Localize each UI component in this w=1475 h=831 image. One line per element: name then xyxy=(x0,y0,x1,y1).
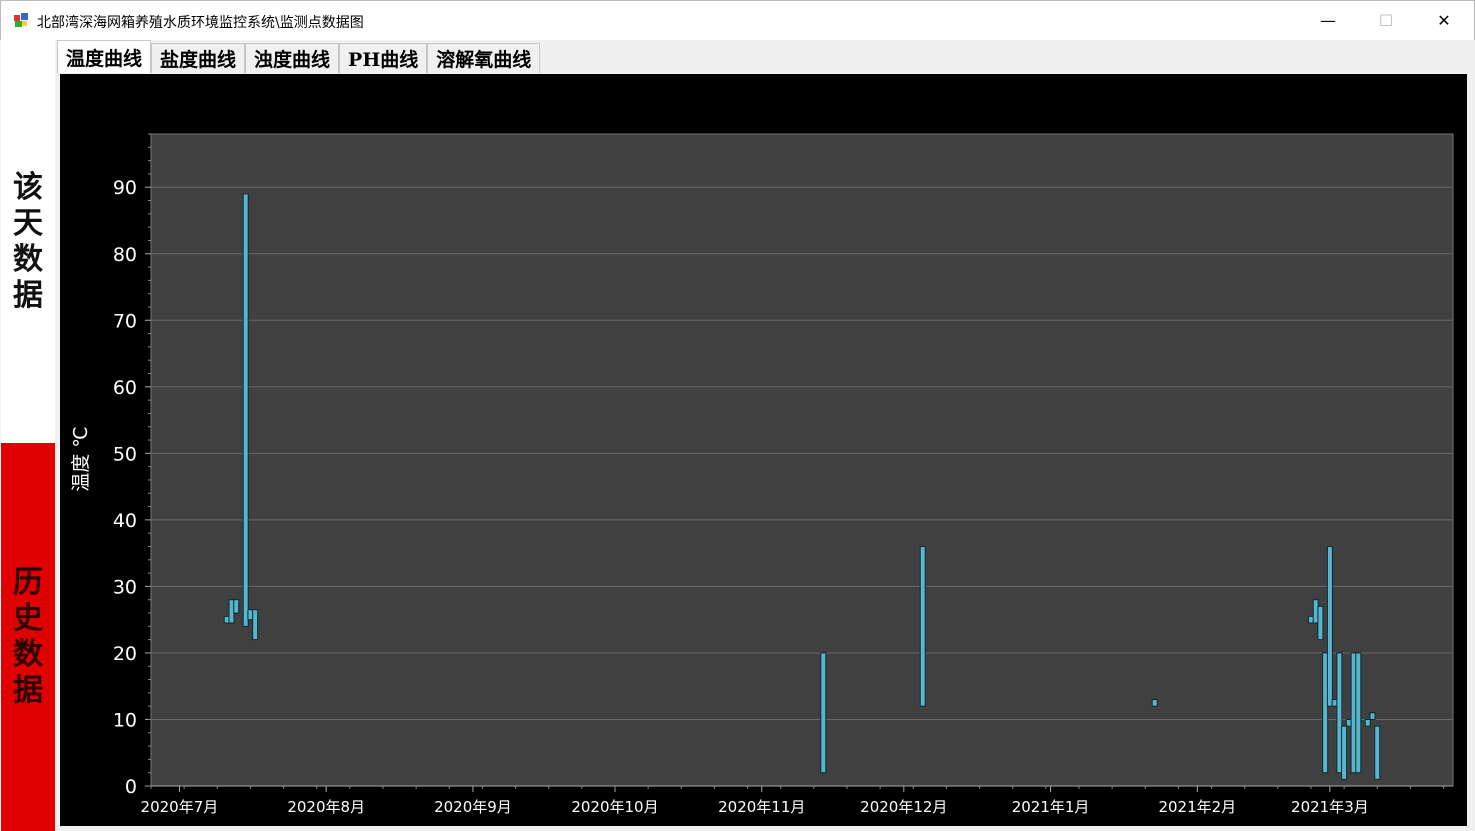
y-tick-label: 60 xyxy=(113,377,137,399)
range-bar xyxy=(1341,725,1348,780)
y-tick-label: 80 xyxy=(113,244,137,266)
tab-dissolved-oxygen[interactable]: 溶解氧曲线 xyxy=(427,43,541,73)
history-data-button[interactable]: 历史数据 xyxy=(1,443,55,831)
x-tick-label: 2020年7月 xyxy=(141,798,219,816)
range-bar xyxy=(242,193,249,627)
window-title: 北部湾深海网箱养殖水质环境监控系统\监测点数据图 xyxy=(37,15,364,31)
y-tick-label: 10 xyxy=(113,709,137,731)
range-bar xyxy=(1317,605,1324,641)
x-tick-label: 2020年10月 xyxy=(571,798,658,816)
x-tick-label: 2021年3月 xyxy=(1291,798,1369,816)
range-bar xyxy=(820,652,827,774)
range-bar xyxy=(1374,725,1381,780)
today-data-button[interactable]: 该天数据 xyxy=(1,40,55,443)
range-bar xyxy=(1151,699,1158,707)
y-tick-label: 0 xyxy=(125,776,137,798)
range-bar xyxy=(919,545,926,707)
y-tick-label: 70 xyxy=(113,310,137,332)
tab-ph[interactable]: PH曲线 xyxy=(339,43,428,73)
y-tick-label: 20 xyxy=(113,643,137,665)
y-tick-label: 40 xyxy=(113,510,137,532)
close-button[interactable]: ✕ xyxy=(1415,1,1473,39)
y-axis-label: 温度 ℃ xyxy=(70,426,92,491)
x-tick-label: 2020年12月 xyxy=(860,798,947,816)
range-bar xyxy=(1364,718,1371,727)
range-bar xyxy=(252,609,259,641)
tab-strip: 温度曲线 盐度曲线 浊度曲线 PH曲线 溶解氧曲线 xyxy=(57,40,541,73)
x-tick-label: 2020年8月 xyxy=(287,798,365,816)
today-data-label: 该天数据 xyxy=(13,169,43,313)
temperature-chart: 0 10 20 30 40 50 60 70 80 90 2020年7月 2020年8月 2020年9月… xyxy=(70,133,1454,816)
maximize-button[interactable]: ☐ xyxy=(1357,1,1415,39)
range-bar xyxy=(233,599,240,614)
x-tick-label: 2021年2月 xyxy=(1158,798,1236,816)
tab-turbidity[interactable]: 浊度曲线 xyxy=(245,43,340,73)
range-bar xyxy=(1326,545,1333,707)
tab-temperature[interactable]: 温度曲线 xyxy=(57,40,152,73)
y-tick-label: 50 xyxy=(113,443,137,465)
chart-panel: 0 10 20 30 40 50 60 70 80 90 2020年7月 2020年8月 2020年9月… xyxy=(60,74,1467,826)
y-tick-label: 30 xyxy=(113,576,137,598)
history-data-label: 历史数据 xyxy=(13,565,43,708)
minimize-button[interactable]: — xyxy=(1299,1,1357,39)
y-tick-label: 90 xyxy=(113,177,137,199)
x-tick-label: 2020年11月 xyxy=(718,798,805,816)
x-tick-label: 2020年9月 xyxy=(434,798,512,816)
app-icon xyxy=(14,13,28,27)
tab-salinity[interactable]: 盐度曲线 xyxy=(151,43,246,73)
left-panel: 该天数据 历史数据 xyxy=(0,40,55,831)
range-bar xyxy=(1355,652,1362,774)
x-tick-label: 2021年1月 xyxy=(1012,798,1090,816)
range-bar xyxy=(1369,712,1376,720)
plot-area xyxy=(150,133,1454,787)
title-bar: 北部湾深海网箱养殖水质环境监控系统\监测点数据图 — ☐ ✕ xyxy=(0,0,1475,40)
